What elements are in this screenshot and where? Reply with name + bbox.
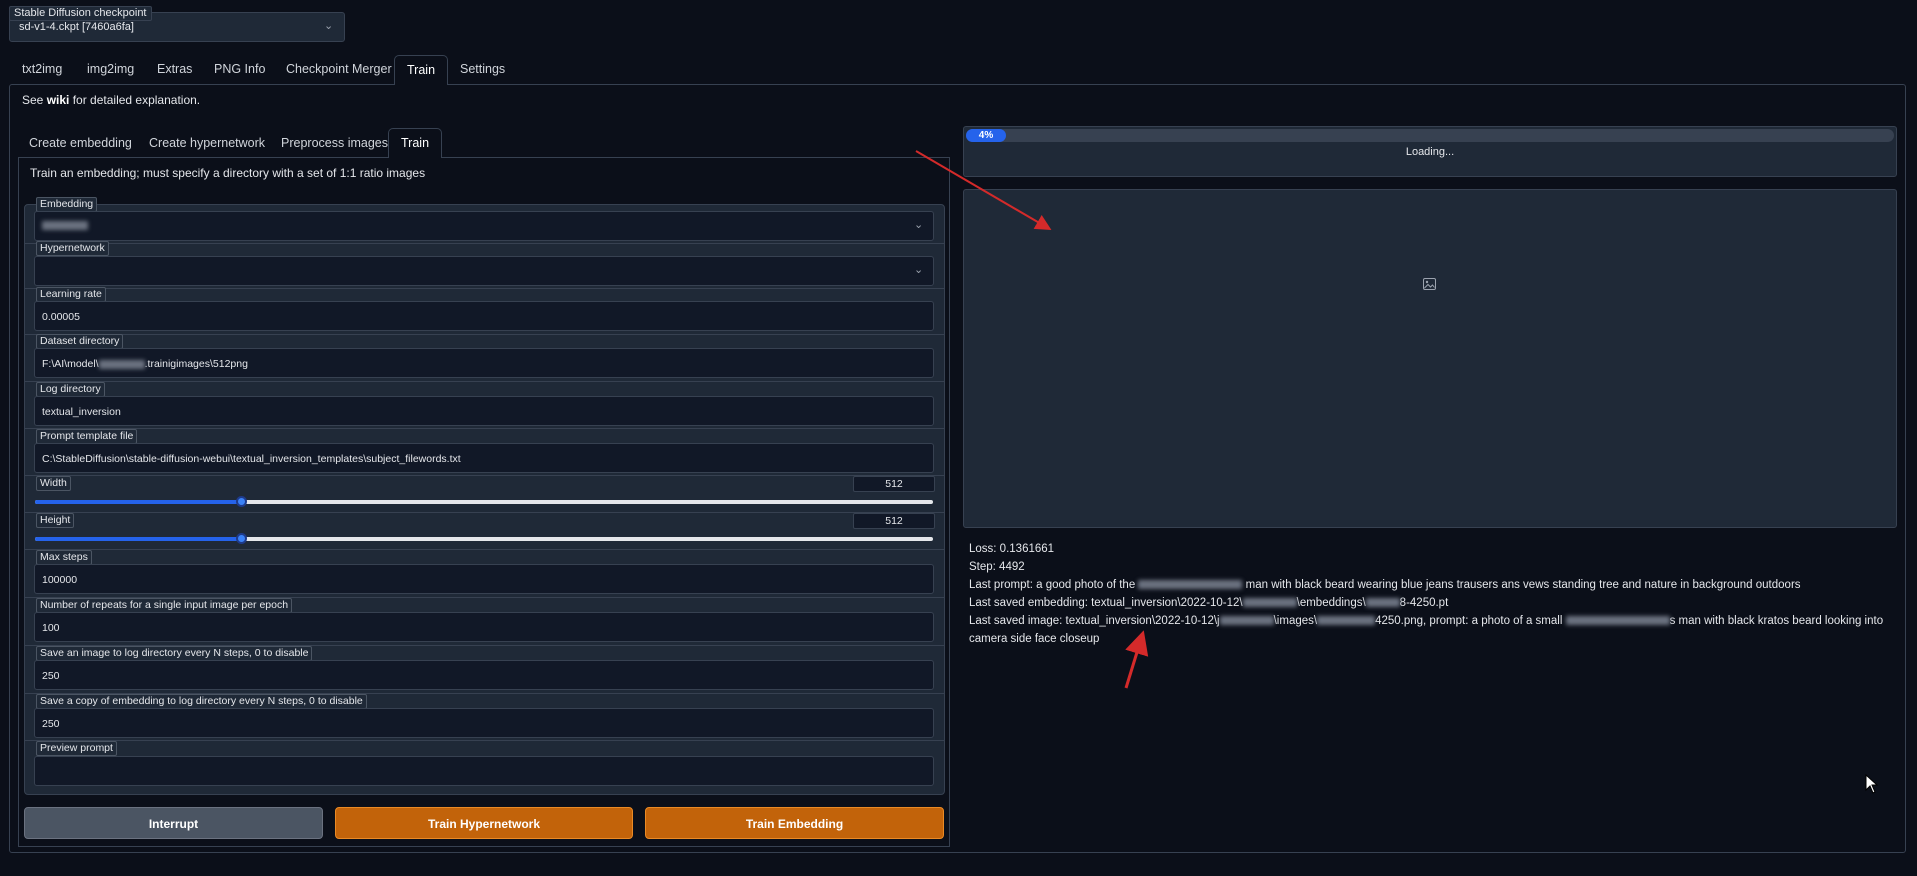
- annotation-arrow-to-preview: [915, 150, 1052, 231]
- mouse-cursor-icon: [1865, 774, 1879, 794]
- annotation-arrow-to-saved-image: [1124, 630, 1149, 689]
- annotation-arrows: [915, 150, 1149, 689]
